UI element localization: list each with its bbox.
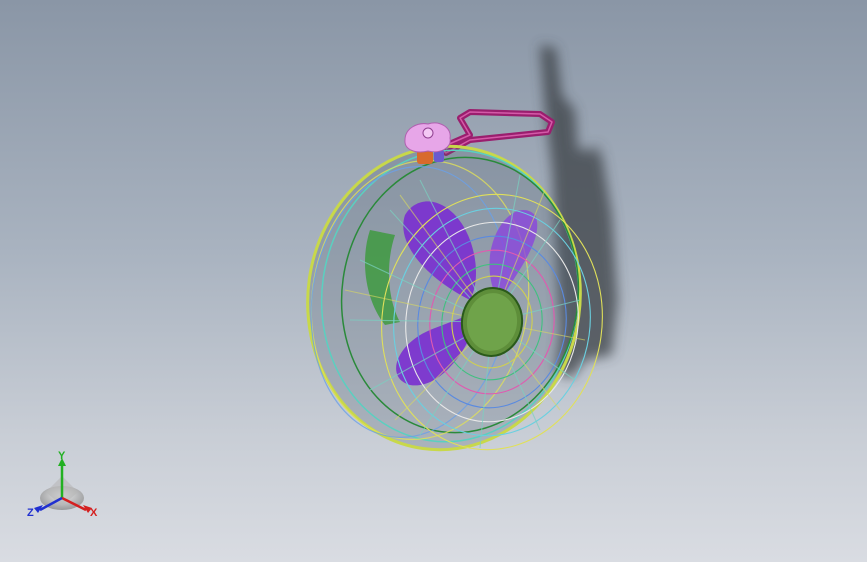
triad-x-label: X: [90, 507, 98, 519]
view-triad[interactable]: Y X Z: [27, 450, 98, 519]
model-scene[interactable]: Y X Z: [0, 0, 867, 562]
graphics-viewport[interactable]: Y X Z: [0, 0, 867, 562]
triad-z-label: Z: [27, 507, 34, 519]
triad-y-label: Y: [58, 450, 66, 462]
